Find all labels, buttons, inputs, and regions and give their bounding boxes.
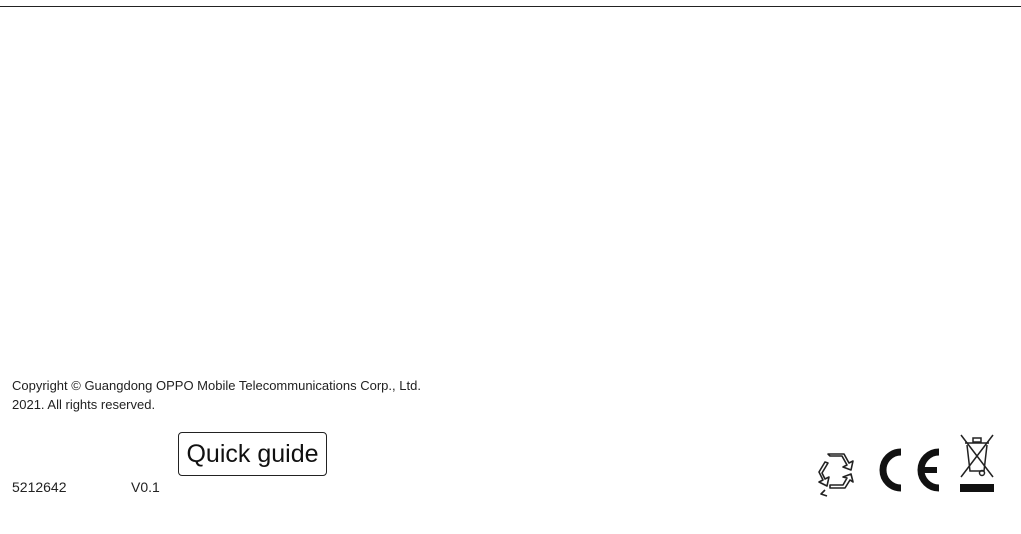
ce-mark-icon xyxy=(879,448,940,492)
part-number: 5212642 xyxy=(12,479,67,495)
version-label: V0.1 xyxy=(131,479,160,495)
quick-guide-title-box: Quick guide xyxy=(178,432,327,476)
copyright-notice: Copyright © Guangdong OPPO Mobile Teleco… xyxy=(12,376,421,414)
copyright-line-2: 2021. All rights reserved. xyxy=(12,397,156,412)
weee-crossed-bin-icon xyxy=(960,434,994,492)
copyright-line-1: Copyright © Guangdong OPPO Mobile Teleco… xyxy=(12,378,421,393)
top-divider xyxy=(0,6,1021,7)
quick-guide-title: Quick guide xyxy=(186,439,319,468)
recycle-icon xyxy=(818,453,854,497)
